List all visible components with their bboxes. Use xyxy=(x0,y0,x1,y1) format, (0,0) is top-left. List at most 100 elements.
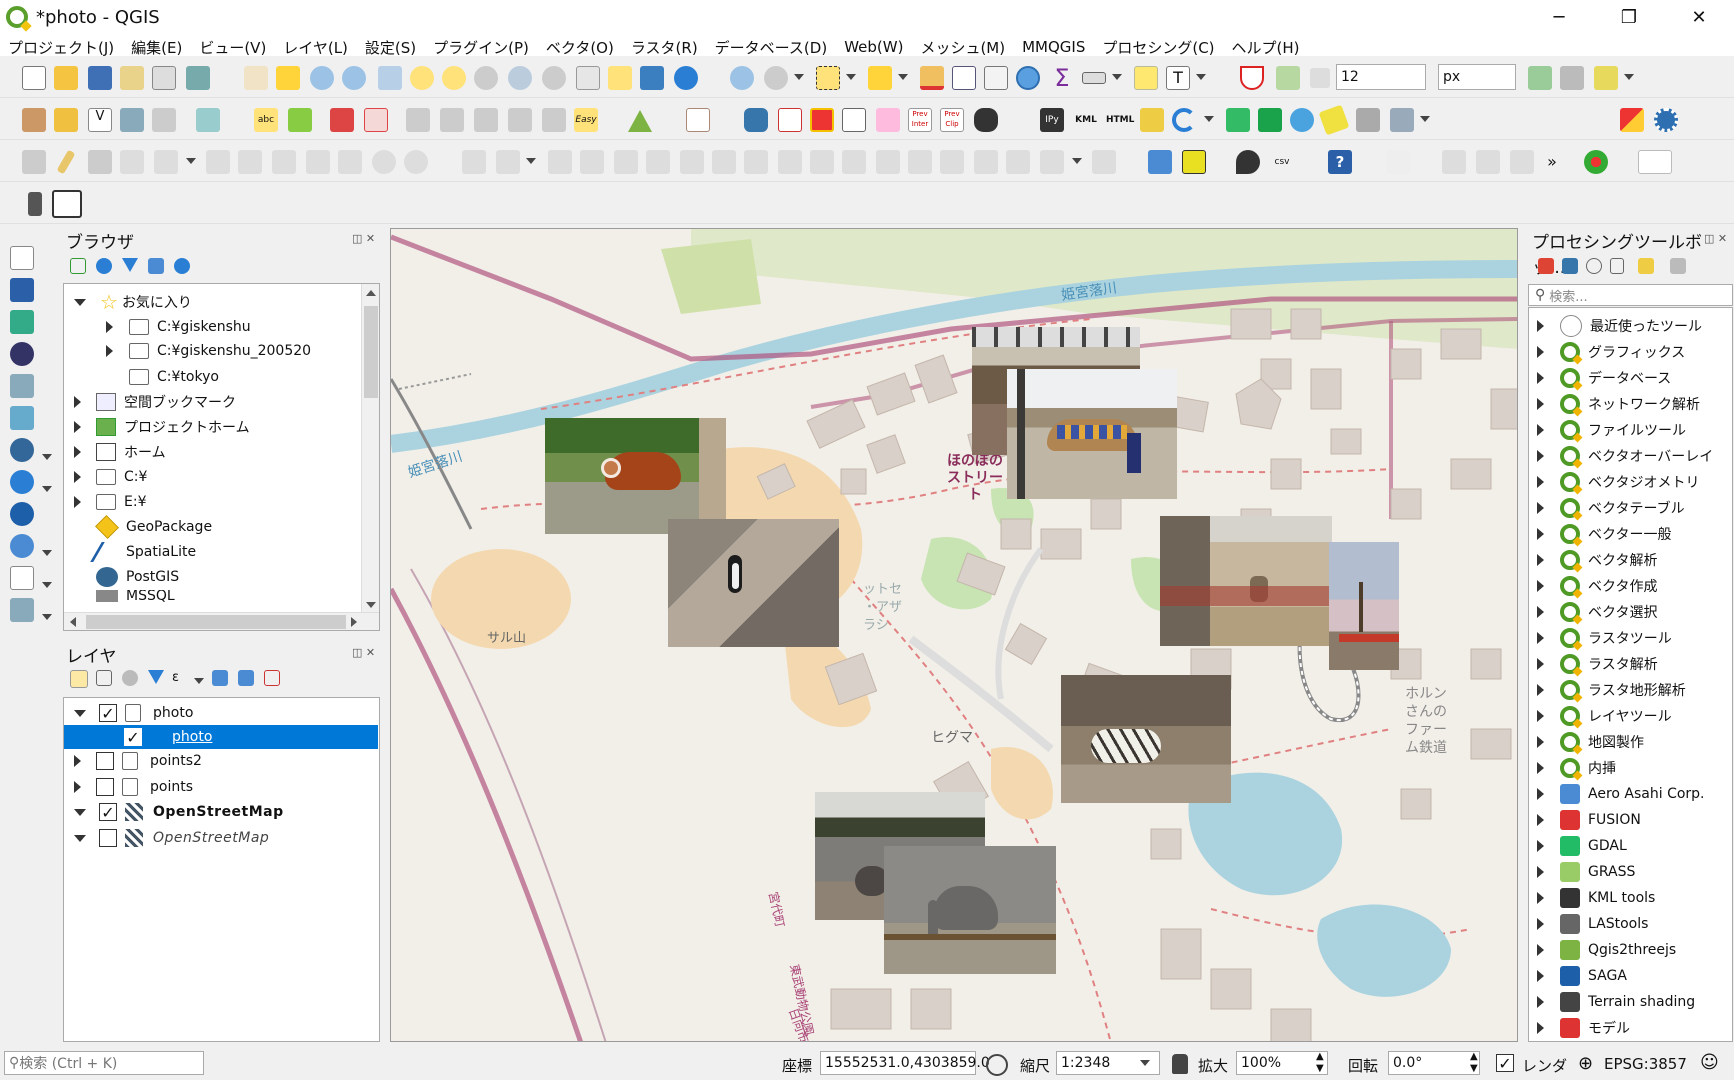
layer-visibility-checkbox[interactable] xyxy=(96,752,114,770)
refresh-icon[interactable] xyxy=(674,66,698,90)
chevron-right-icon[interactable] xyxy=(1537,944,1544,956)
reshape-icon[interactable] xyxy=(680,150,704,174)
offset-curve-icon[interactable] xyxy=(712,150,736,174)
layer-visibility-checkbox[interactable]: ✓ xyxy=(99,803,117,822)
menu-layer[interactable]: レイヤ(L) xyxy=(283,37,348,58)
add-point-icon[interactable] xyxy=(120,150,144,174)
add-layer-icon[interactable] xyxy=(10,598,34,622)
add-virtual-layer-icon[interactable] xyxy=(10,406,34,430)
scroll-thumb[interactable] xyxy=(364,306,378,398)
field-calculator-icon[interactable] xyxy=(984,66,1008,90)
prev-clip-icon[interactable]: Prev Clip xyxy=(940,108,964,132)
refresh-browser-icon[interactable] xyxy=(96,258,112,274)
crs-label[interactable]: EPSG:3857 xyxy=(1604,1055,1687,1073)
chevron-down-icon[interactable] xyxy=(42,550,52,556)
digitize-shape-icon[interactable] xyxy=(462,150,486,174)
scripts-icon[interactable] xyxy=(1562,258,1578,274)
map-canvas[interactable]: 姫宮落川 姫宮落川 ほのぼの ストリー ト サル山 ヒグマ ホルン さんの ファ… xyxy=(390,228,1518,1042)
processing-item[interactable]: 地図製作 xyxy=(1537,730,1644,754)
chevron-right-icon[interactable] xyxy=(1537,918,1544,930)
plugin-ruler-icon[interactable] xyxy=(1318,104,1350,136)
new-map-view-icon[interactable] xyxy=(576,66,600,90)
vertex-tool-icon[interactable] xyxy=(154,150,178,174)
delete-selected-icon[interactable] xyxy=(238,150,262,174)
add-selected-icon[interactable] xyxy=(70,258,86,274)
menu-settings[interactable]: 設定(S) xyxy=(365,37,416,58)
add-part-icon[interactable] xyxy=(548,150,572,174)
layer-visibility-checkbox[interactable] xyxy=(96,778,114,796)
zoom-to-layer-icon[interactable] xyxy=(442,66,466,90)
chevron-right-icon[interactable] xyxy=(1537,892,1544,904)
snapping-type-icon[interactable] xyxy=(1310,68,1330,88)
browser-item-project-home[interactable]: プロジェクトホーム xyxy=(74,415,250,439)
processing-item[interactable]: FUSION xyxy=(1537,808,1641,832)
delete-ring-icon[interactable] xyxy=(614,150,638,174)
align-center-icon[interactable] xyxy=(1476,150,1500,174)
processing-item[interactable]: LAStools xyxy=(1537,912,1648,936)
chevron-down-icon[interactable] xyxy=(1420,116,1430,122)
plugin-terrain-icon[interactable] xyxy=(1258,108,1282,132)
browser-item-bookmarks[interactable]: 空間ブックマーク xyxy=(74,390,236,414)
rotate-label-icon[interactable] xyxy=(440,108,464,132)
menu-vector[interactable]: ベクタ(O) xyxy=(546,37,614,58)
layer-visibility-checkbox[interactable] xyxy=(99,829,117,847)
photo-thumbnail-camel[interactable] xyxy=(1007,369,1177,499)
undo-rotate-icon[interactable] xyxy=(1172,108,1196,132)
chevron-right-icon[interactable] xyxy=(1537,684,1544,696)
processing-item[interactable]: ラスタ地形解析 xyxy=(1537,678,1686,702)
scroll-up-icon[interactable] xyxy=(366,290,376,296)
redo-icon[interactable] xyxy=(404,150,428,174)
browser-item-e-drive[interactable]: E:¥ xyxy=(74,490,146,514)
save-edits-icon[interactable] xyxy=(88,150,112,174)
chevron-down-icon[interactable] xyxy=(1112,74,1122,80)
chevron-down-icon[interactable] xyxy=(42,454,52,460)
coordinate-field[interactable]: 15552531.0,4303859.0 xyxy=(820,1051,990,1075)
split-features-icon[interactable] xyxy=(810,150,834,174)
chevron-down-icon[interactable] xyxy=(42,582,52,588)
processing-item[interactable]: ベクタ解析 xyxy=(1537,548,1657,572)
chevron-down-icon[interactable] xyxy=(1196,74,1206,80)
chevron-right-icon[interactable] xyxy=(106,345,113,357)
simplify-icon[interactable] xyxy=(1040,150,1064,174)
pencil-tool-icon[interactable] xyxy=(1140,108,1164,132)
chevron-right-icon[interactable] xyxy=(1537,372,1544,384)
help-icon[interactable]: ? xyxy=(1328,150,1352,174)
chevron-right-icon[interactable] xyxy=(106,321,113,333)
chevron-right-icon[interactable] xyxy=(1537,554,1544,566)
chevron-right-icon[interactable] xyxy=(1537,710,1544,722)
select-tool-icon[interactable] xyxy=(52,190,82,218)
layer-style-icon[interactable] xyxy=(70,670,88,688)
render-checkbox[interactable]: ✓ xyxy=(1496,1054,1514,1073)
processing-item[interactable]: ファイルツール xyxy=(1537,418,1686,442)
remove-layer-icon[interactable] xyxy=(264,670,280,686)
add-vector-icon[interactable] xyxy=(10,246,34,270)
measure-icon[interactable] xyxy=(1082,72,1106,84)
statistics-sum-icon[interactable]: Σ xyxy=(1050,66,1074,90)
kml-export-icon[interactable]: KML xyxy=(1074,108,1098,132)
photo-thumbnail-primate[interactable] xyxy=(1160,516,1332,646)
plugin-layer-add-icon[interactable] xyxy=(1390,108,1414,132)
label-properties-icon[interactable] xyxy=(508,108,532,132)
layers-float-close[interactable]: ◫ ✕ xyxy=(352,646,375,659)
add-wcs-icon[interactable] xyxy=(10,534,34,558)
chevron-right-icon[interactable] xyxy=(1537,658,1544,670)
add-wfs-icon[interactable] xyxy=(10,502,34,526)
chevron-down-icon[interactable] xyxy=(1072,158,1082,164)
magic-wand-icon[interactable] xyxy=(1386,150,1410,174)
zoom-native-icon[interactable] xyxy=(474,66,498,90)
snap-tolerance-field[interactable]: 12 xyxy=(1336,64,1426,90)
save-project-icon[interactable] xyxy=(88,66,112,90)
chevron-down-icon[interactable] xyxy=(1204,116,1214,122)
browser-item-home[interactable]: ホーム xyxy=(74,440,166,464)
processing-item[interactable]: ベクタジオメトリ xyxy=(1537,470,1699,494)
split-parts-icon[interactable] xyxy=(842,150,866,174)
reverse-line-icon[interactable] xyxy=(744,150,768,174)
chevron-down-icon[interactable] xyxy=(42,486,52,492)
chevron-right-icon[interactable] xyxy=(74,396,81,408)
show-bookmarks-icon[interactable] xyxy=(640,66,664,90)
browser-item-mssql[interactable]: MSSQL xyxy=(96,590,175,602)
identify-icon[interactable] xyxy=(730,66,754,90)
ipython-icon[interactable]: IPy xyxy=(1040,108,1064,132)
chevron-down-icon[interactable] xyxy=(846,74,856,80)
chevron-down-icon[interactable] xyxy=(74,834,86,842)
